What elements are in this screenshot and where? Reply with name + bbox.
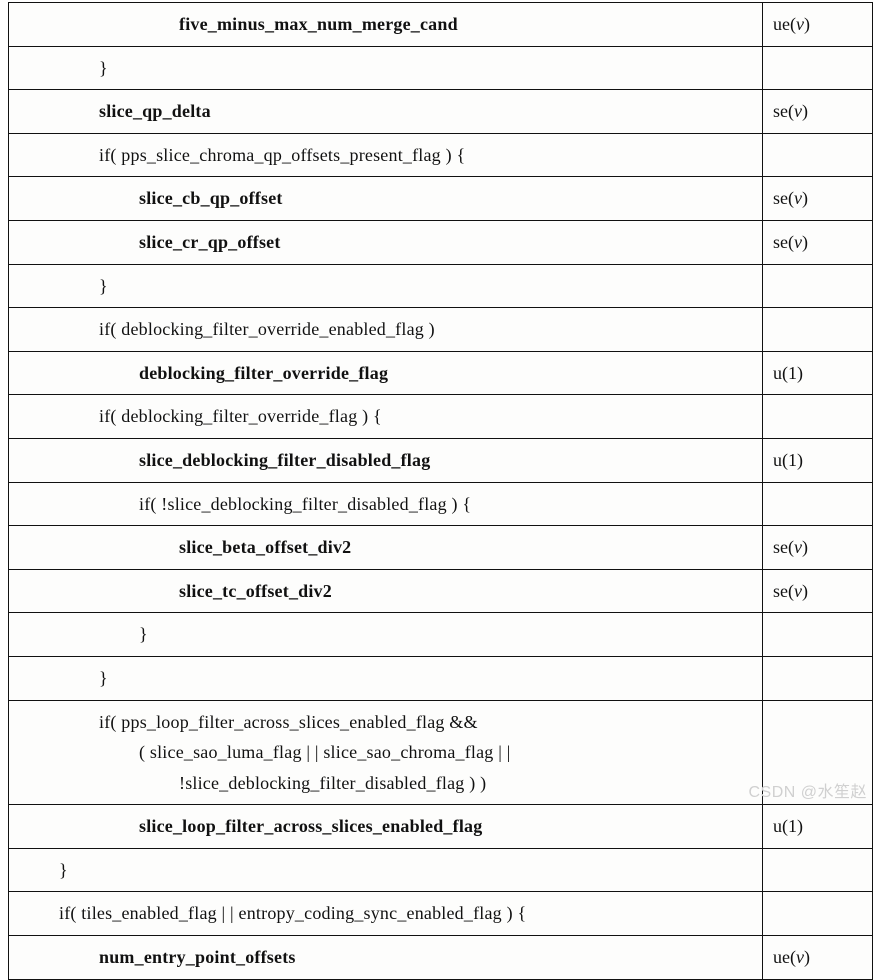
syntax-cell: slice_cr_qp_offset: [9, 220, 763, 264]
table-row: }: [9, 848, 873, 892]
descriptor-cell: se(v): [763, 220, 873, 264]
descriptor-cell: [763, 613, 873, 657]
descriptor-cell: [763, 892, 873, 936]
syntax-text: if( deblocking_filter_override_flag ) {: [19, 401, 382, 432]
syntax-text: deblocking_filter_override_flag: [19, 358, 388, 389]
table-row: if( deblocking_filter_override_enabled_f…: [9, 308, 873, 352]
descriptor-cell: [763, 482, 873, 526]
syntax-text: slice_loop_filter_across_slices_enabled_…: [19, 811, 482, 842]
table-row: if( deblocking_filter_override_flag ) {: [9, 395, 873, 439]
syntax-text: }: [19, 663, 108, 694]
descriptor-cell: u(1): [763, 351, 873, 395]
syntax-cell: slice_qp_delta: [9, 90, 763, 134]
syntax-cell: }: [9, 656, 763, 700]
descriptor-cell: [763, 656, 873, 700]
table-row: }: [9, 264, 873, 308]
syntax-cell: if( pps_loop_filter_across_slices_enable…: [9, 700, 763, 805]
syntax-cell: if( deblocking_filter_override_flag ) {: [9, 395, 763, 439]
syntax-text: five_minus_max_num_merge_cand: [19, 9, 458, 40]
syntax-text: slice_qp_delta: [19, 96, 211, 127]
table-row: five_minus_max_num_merge_cand ue(v): [9, 3, 873, 47]
syntax-text: if( pps_slice_chroma_qp_offsets_present_…: [19, 140, 465, 171]
syntax-cell: if( tiles_enabled_flag | | entropy_codin…: [9, 892, 763, 936]
descriptor-cell: [763, 848, 873, 892]
table-row: if( pps_slice_chroma_qp_offsets_present_…: [9, 133, 873, 177]
table-row: if( tiles_enabled_flag | | entropy_codin…: [9, 892, 873, 936]
descriptor-cell: se(v): [763, 526, 873, 570]
table-row: slice_cr_qp_offset se(v): [9, 220, 873, 264]
syntax-cell: slice_deblocking_filter_disabled_flag: [9, 438, 763, 482]
table-row: }: [9, 656, 873, 700]
syntax-text: slice_cr_qp_offset: [19, 227, 281, 258]
descriptor-cell: se(v): [763, 569, 873, 613]
syntax-cell: if( !slice_deblocking_filter_disabled_fl…: [9, 482, 763, 526]
descriptor-cell: u(1): [763, 805, 873, 849]
descriptor-cell: ue(v): [763, 936, 873, 980]
table-row: }: [9, 613, 873, 657]
syntax-cell: slice_loop_filter_across_slices_enabled_…: [9, 805, 763, 849]
syntax-cell: slice_cb_qp_offset: [9, 177, 763, 221]
table-row: slice_beta_offset_div2 se(v): [9, 526, 873, 570]
syntax-text: if( !slice_deblocking_filter_disabled_fl…: [19, 489, 471, 520]
syntax-cell: if( deblocking_filter_override_enabled_f…: [9, 308, 763, 352]
syntax-text: if( deblocking_filter_override_enabled_f…: [19, 314, 435, 345]
syntax-text: }: [19, 855, 68, 886]
descriptor-cell: [763, 264, 873, 308]
syntax-cell: five_minus_max_num_merge_cand: [9, 3, 763, 47]
syntax-cell: deblocking_filter_override_flag: [9, 351, 763, 395]
table-row: }: [9, 46, 873, 90]
descriptor-cell: u(1): [763, 438, 873, 482]
syntax-cell: }: [9, 264, 763, 308]
descriptor-cell: [763, 46, 873, 90]
descriptor-cell: [763, 700, 873, 805]
descriptor-cell: se(v): [763, 90, 873, 134]
syntax-cell: num_entry_point_offsets: [9, 936, 763, 980]
syntax-table: five_minus_max_num_merge_cand ue(v)} slice…: [8, 2, 873, 980]
table-row: num_entry_point_offsets ue(v): [9, 936, 873, 980]
syntax-cell: }: [9, 613, 763, 657]
syntax-cell: slice_beta_offset_div2: [9, 526, 763, 570]
table-row: deblocking_filter_override_flag u(1): [9, 351, 873, 395]
syntax-text: if( pps_loop_filter_across_slices_enable…: [19, 707, 478, 738]
table-row: slice_cb_qp_offset se(v): [9, 177, 873, 221]
syntax-text: if( tiles_enabled_flag | | entropy_codin…: [19, 898, 526, 929]
table-row: slice_loop_filter_across_slices_enabled_…: [9, 805, 873, 849]
table-row: if( pps_loop_filter_across_slices_enable…: [9, 700, 873, 805]
descriptor-cell: se(v): [763, 177, 873, 221]
syntax-cell: }: [9, 46, 763, 90]
descriptor-cell: [763, 308, 873, 352]
table-row: slice_tc_offset_div2 se(v): [9, 569, 873, 613]
syntax-text: }: [19, 53, 108, 84]
descriptor-cell: [763, 133, 873, 177]
syntax-text: }: [19, 619, 148, 650]
syntax-text: }: [19, 271, 108, 302]
syntax-cell: slice_tc_offset_div2: [9, 569, 763, 613]
table-row: slice_qp_delta se(v): [9, 90, 873, 134]
table-row: slice_deblocking_filter_disabled_flag u(1…: [9, 438, 873, 482]
syntax-text: num_entry_point_offsets: [19, 942, 296, 973]
syntax-text: slice_beta_offset_div2: [19, 532, 351, 563]
syntax-text: slice_cb_qp_offset: [19, 183, 283, 214]
descriptor-cell: ue(v): [763, 3, 873, 47]
syntax-text: !slice_deblocking_filter_disabled_flag )…: [19, 768, 486, 799]
descriptor-cell: [763, 395, 873, 439]
syntax-text: slice_deblocking_filter_disabled_flag: [19, 445, 430, 476]
syntax-text: slice_tc_offset_div2: [19, 576, 332, 607]
syntax-cell: }: [9, 848, 763, 892]
syntax-cell: if( pps_slice_chroma_qp_offsets_present_…: [9, 133, 763, 177]
table-row: if( !slice_deblocking_filter_disabled_fl…: [9, 482, 873, 526]
syntax-text: ( slice_sao_luma_flag | | slice_sao_chro…: [19, 737, 511, 768]
